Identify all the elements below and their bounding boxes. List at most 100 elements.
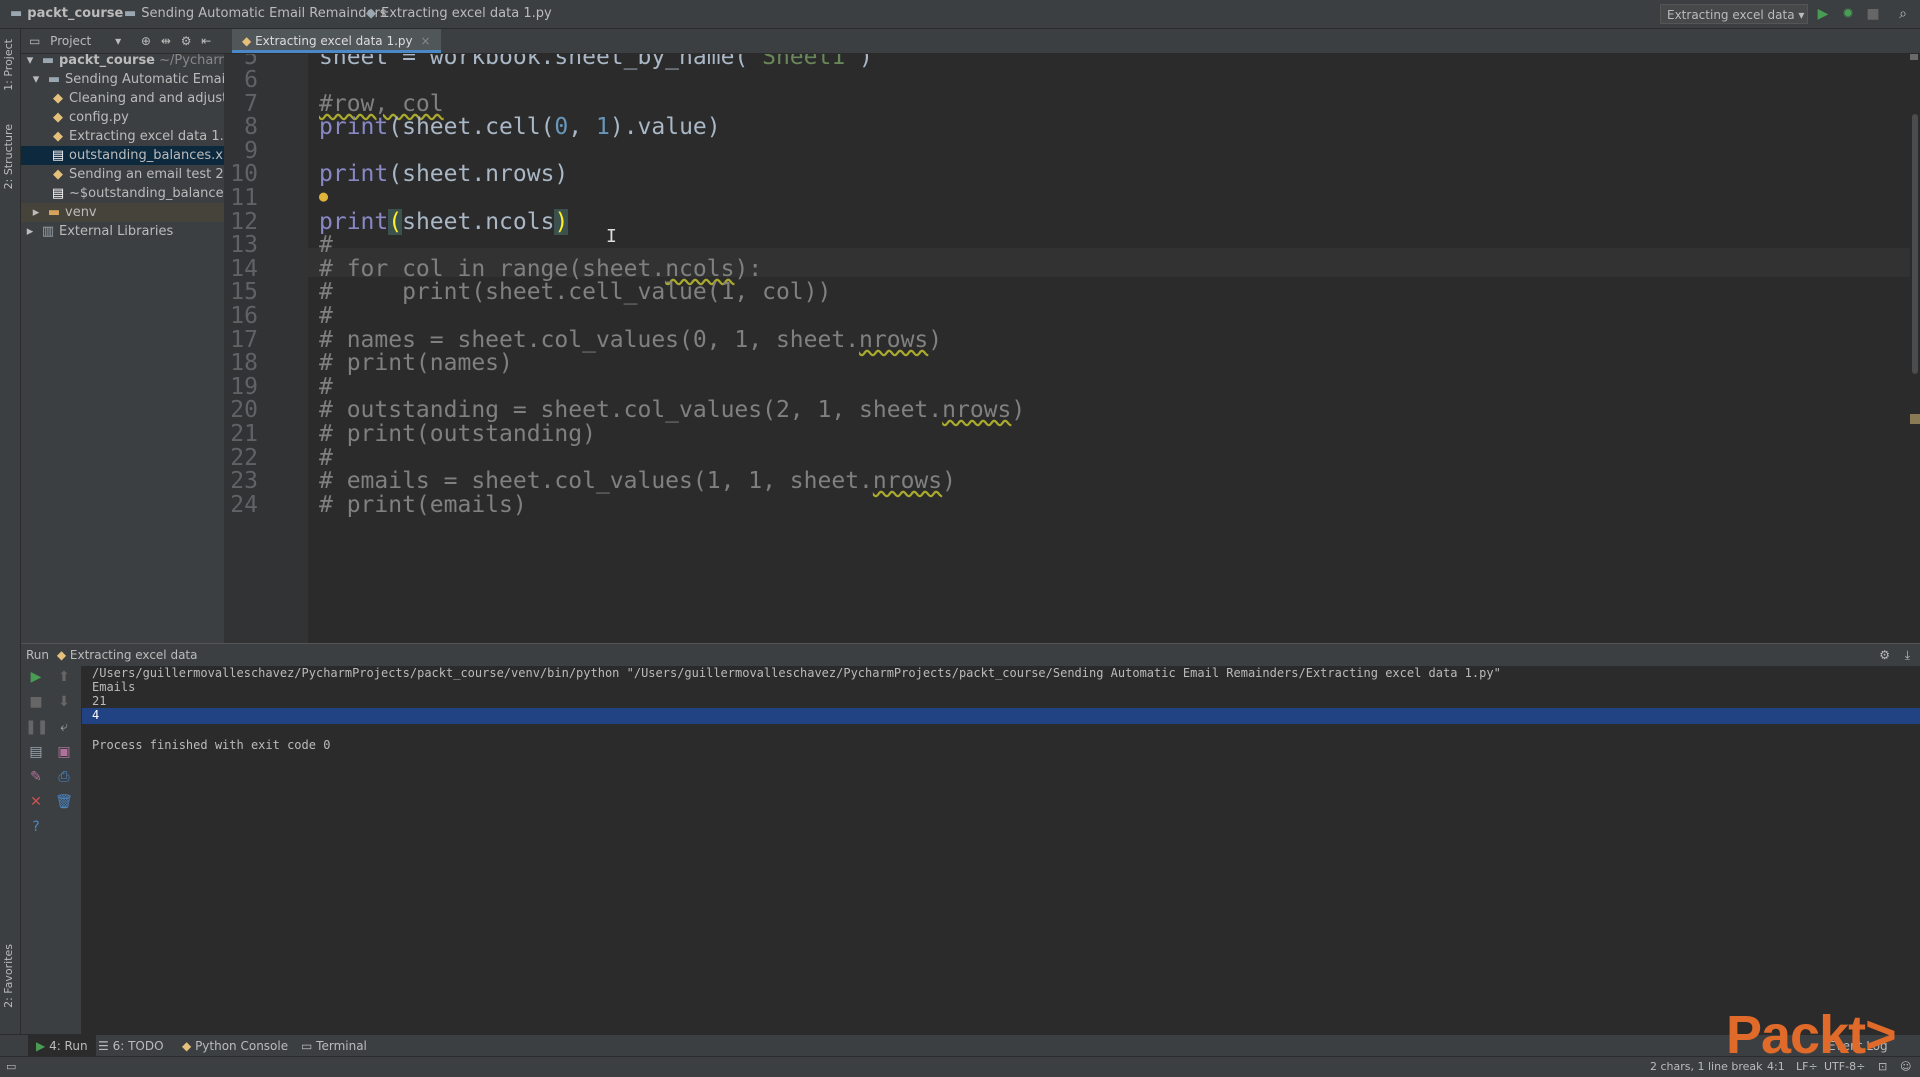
python-file-icon: ◆ — [53, 110, 63, 125]
chevron-down-icon[interactable]: ▾ — [115, 34, 121, 48]
tool-tab-run[interactable]: ▶ 4: Run — [28, 1035, 96, 1057]
run-configuration-select[interactable]: Extracting excel data ▾ — [1660, 4, 1808, 24]
close-icon[interactable]: × — [420, 34, 430, 48]
stop-icon[interactable]: ■ — [25, 691, 47, 713]
line-number: 13 — [230, 232, 258, 258]
warning-marker[interactable] — [1910, 414, 1920, 424]
editor-scrollbar[interactable] — [1910, 54, 1920, 643]
line-number: 20 — [230, 397, 258, 423]
tree-item-file[interactable]: ◆ config.py — [21, 108, 254, 127]
expand-arrow-icon: ▾ — [32, 72, 40, 87]
python-file-icon: ◆ — [53, 167, 63, 182]
editor-tab-bar: ◆ Extracting excel data 1.py × — [224, 29, 1920, 54]
excel-file-icon: ▤ — [51, 186, 65, 201]
target-icon[interactable]: ⊕ — [141, 34, 151, 48]
stop-icon[interactable]: ■ — [1863, 4, 1883, 24]
breadcrumb-file[interactable]: ◆ Extracting excel data 1.py — [366, 0, 552, 28]
tree-root-path: ~/PycharmProje — [159, 53, 226, 68]
tool-tab-python-console[interactable]: ◆ Python Console — [182, 1035, 288, 1057]
run-console-output[interactable]: /Users/guillermovalleschavez/PycharmProj… — [82, 666, 1920, 1034]
tool-tab-terminal[interactable]: ▭ Terminal — [301, 1035, 367, 1057]
tree-root[interactable]: ▾ ▬ packt_course ~/PycharmProje — [21, 51, 226, 70]
line-number: 23 — [230, 468, 258, 494]
soft-wrap-icon[interactable]: ⤶ — [53, 716, 75, 738]
tree-item-label: Sending an email test 2.p — [69, 167, 237, 182]
tree-root-label: packt_course — [59, 53, 156, 68]
gear-icon[interactable]: ⚙ — [181, 34, 192, 48]
console-line-selected: 4 — [92, 708, 100, 722]
scrollbar-thumb[interactable] — [1912, 114, 1918, 374]
code-line: print(sheet.ncols) — [319, 209, 569, 235]
down-arrow-icon[interactable]: ⬇ — [53, 691, 75, 713]
debug-icon[interactable]: ✹ — [1838, 4, 1858, 24]
tab-favorites[interactable]: 2: Favorites — [2, 944, 15, 1008]
tab-project[interactable]: 1: Project — [2, 39, 15, 91]
tree-item-file[interactable]: ▤ ~$outstanding_balances — [21, 184, 254, 203]
hide-panel-icon[interactable]: ⤓ — [1905, 644, 1910, 666]
run-icon[interactable]: ▶ — [1813, 4, 1833, 24]
breadcrumb-project[interactable]: ▬ packt_course — [10, 0, 123, 28]
run-panel-header: Run ◆ Extracting excel data ⚙ ⤓ — [21, 643, 1920, 667]
folder-icon: ▬ — [47, 72, 61, 87]
line-number: 21 — [230, 421, 258, 447]
navigation-bar: ▬ packt_course ▬ Sending Automatic Email R… — [0, 0, 1920, 29]
line-number: 15 — [230, 279, 258, 305]
run-icon: ▶ — [36, 1039, 46, 1053]
trash-icon[interactable]: 🗑 — [53, 791, 75, 813]
code-editor[interactable]: 5 6 7 8 9 10 11 12 13 14 15 16 17 18 19 … — [224, 54, 1920, 643]
tool-tab-label: 4: Run — [49, 1039, 88, 1053]
pin-icon[interactable]: ✎ — [25, 766, 47, 788]
tree-item-file[interactable]: ◆ Cleaning and and adjusti — [21, 89, 254, 108]
breadcrumb-folder[interactable]: ▬ Sending Automatic Email Remainders — [124, 0, 387, 28]
code-line: sheet = workbook.sheet_by_name("Sheet1") — [319, 54, 873, 70]
hide-icon[interactable]: ⇤ — [201, 34, 211, 48]
up-arrow-icon[interactable]: ⬆ — [53, 666, 75, 688]
line-number: 16 — [230, 303, 258, 329]
console-line: Emails — [92, 680, 136, 694]
status-bar: ▭ 2 chars, 1 line break 4:1 LF÷ UTF-8÷ ⊡… — [0, 1056, 1920, 1077]
folder-icon: ▬ — [47, 205, 61, 220]
breadcrumb-project-label: packt_course — [27, 6, 124, 21]
tree-item-file[interactable]: ◆ Sending an email test 2.p — [21, 165, 254, 184]
expand-arrow-icon: ▾ — [26, 53, 34, 68]
tree-item-label: Cleaning and and adjusti — [69, 91, 231, 106]
tab-structure[interactable]: 2: Structure — [2, 124, 15, 189]
run-panel-label: Run — [26, 648, 50, 662]
line-number: 24 — [230, 492, 258, 518]
help-icon[interactable]: ? — [25, 816, 47, 838]
code-line: print(sheet.cell(0, 1).value) — [319, 114, 721, 140]
layout-icon[interactable]: ▤ — [25, 741, 47, 763]
tree-item-venv[interactable]: ▸ ▬ venv — [21, 203, 232, 222]
line-number: 18 — [230, 350, 258, 376]
python-icon: ◆ — [182, 1039, 192, 1053]
folder-icon: ▬ — [124, 6, 137, 21]
close-icon[interactable]: ✕ — [25, 791, 47, 813]
terminal-icon: ▭ — [301, 1039, 313, 1053]
tree-item-label: venv — [65, 205, 97, 220]
folder-icon: ▬ — [41, 53, 55, 68]
scroll-to-end-icon[interactable]: ▣ — [53, 741, 75, 763]
project-panel: ▭ Project ▾ ⊕ ⇹ ⚙ ⇤ ▾ ▬ packt_course ~/Pyc… — [21, 29, 254, 643]
lightbulb-icon[interactable]: ● — [319, 187, 328, 205]
run-tab-title[interactable]: Extracting excel data — [70, 648, 198, 662]
collapse-icon[interactable]: ⇹ — [161, 34, 171, 48]
project-view-select[interactable]: Project — [50, 34, 91, 48]
pause-icon[interactable]: ❚❚ — [25, 716, 48, 738]
console-line: /Users/guillermovalleschavez/PycharmProj… — [92, 666, 1501, 680]
gear-icon[interactable]: ⚙ — [1879, 644, 1890, 666]
line-number: 11 — [230, 185, 258, 211]
editor-tab-active[interactable]: ◆ Extracting excel data 1.py × — [232, 29, 441, 53]
tree-item-libraries[interactable]: ▸ ▥ External Libraries — [21, 222, 226, 241]
rerun-icon[interactable]: ▶ — [25, 666, 47, 688]
tool-windows-icon[interactable]: ▭ — [6, 1057, 16, 1077]
print-icon[interactable]: ⎙ — [53, 766, 75, 788]
tree-item-file[interactable]: ◆ Extracting excel data 1.p — [21, 127, 254, 146]
tree-item-file-selected[interactable]: ▤ outstanding_balances.xls — [21, 146, 254, 165]
code-line: # print(names) — [319, 350, 513, 376]
tool-tab-todo[interactable]: ☰ 6: TODO — [98, 1035, 164, 1057]
search-icon[interactable]: ⌕ — [1893, 4, 1913, 24]
tree-item-folder[interactable]: ▾ ▬ Sending Automatic Email Re — [21, 70, 232, 89]
packt-logo: Packt> — [1726, 1005, 1897, 1065]
console-line: Process finished with exit code 0 — [92, 738, 331, 752]
inspector-icon[interactable]: ☺ — [1900, 1057, 1911, 1077]
